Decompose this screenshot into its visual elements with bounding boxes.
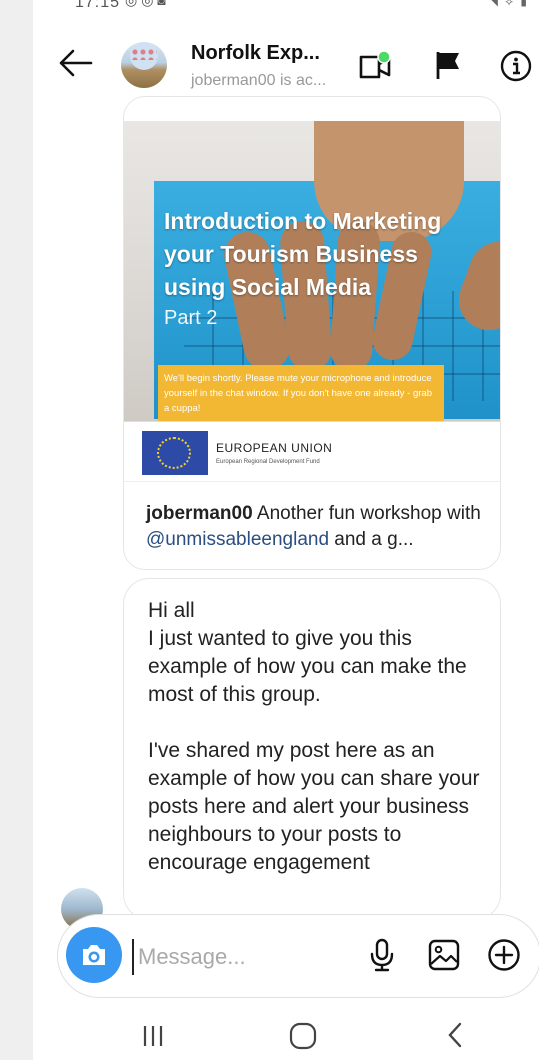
group-avatar[interactable] [121, 42, 167, 88]
back-arrow-icon[interactable] [57, 48, 93, 78]
notification-icons: ◎◎◙ [125, 0, 170, 8]
app-screen: 17:15 ◎◎◙ ◥ ⟡ ▮ Norfolk Exp... joberman0… [33, 0, 539, 1060]
camera-button[interactable] [66, 927, 122, 983]
status-bar: 17:15 ◎◎◙ ◥ ⟡ ▮ [33, 0, 539, 24]
recent-apps-icon[interactable] [133, 1014, 173, 1054]
info-icon[interactable] [500, 50, 532, 82]
microphone-icon[interactable] [364, 937, 400, 973]
message-text: Hi all I just wanted to give you this ex… [148, 599, 480, 874]
flag-icon[interactable] [433, 50, 463, 80]
eu-flag-icon [142, 431, 208, 475]
message-composer [57, 914, 539, 998]
caption-text: Another fun workshop with [256, 503, 481, 524]
caption-tail: and a g... [334, 529, 414, 550]
shared-post-card[interactable]: Introduction to Marketing your Tourism B… [123, 96, 501, 570]
post-image-note: We'll begin shortly. Please mute your mi… [158, 365, 444, 421]
chat-title[interactable]: Norfolk Exp... [191, 42, 320, 65]
caption-mention[interactable]: @unmissableengland [146, 529, 329, 550]
post-image-heading: Introduction to Marketing your Tourism B… [164, 208, 442, 300]
divider [124, 481, 500, 482]
avatar-decoration [131, 48, 157, 60]
funder-name: EUROPEAN UNION [216, 441, 333, 455]
system-nav-bar [33, 1000, 539, 1060]
status-time: 17:15 [75, 0, 121, 11]
message-input[interactable] [132, 939, 340, 975]
post-image[interactable]: Introduction to Marketing your Tourism B… [124, 121, 500, 421]
post-image-part: Part 2 [164, 307, 218, 329]
message-bubble[interactable]: Hi all I just wanted to give you this ex… [123, 578, 501, 920]
chat-subtitle: joberman00 is ac... [191, 72, 327, 89]
chat-header: Norfolk Exp... joberman00 is ac... [33, 30, 539, 100]
divider [124, 421, 500, 422]
back-icon[interactable] [435, 1014, 475, 1054]
caption-username[interactable]: joberman00 [146, 503, 253, 524]
home-icon[interactable] [283, 1014, 323, 1054]
gallery-icon[interactable] [426, 937, 462, 973]
signal-battery-icon: ◥ ⟡ ▮ [488, 0, 529, 8]
funder-subtitle: European Regional Development Fund [216, 459, 320, 465]
plus-icon[interactable] [486, 937, 522, 973]
video-call-icon[interactable] [358, 50, 392, 80]
post-caption: joberman00 Another fun workshop with @un… [146, 501, 486, 553]
camera-icon [83, 945, 105, 965]
